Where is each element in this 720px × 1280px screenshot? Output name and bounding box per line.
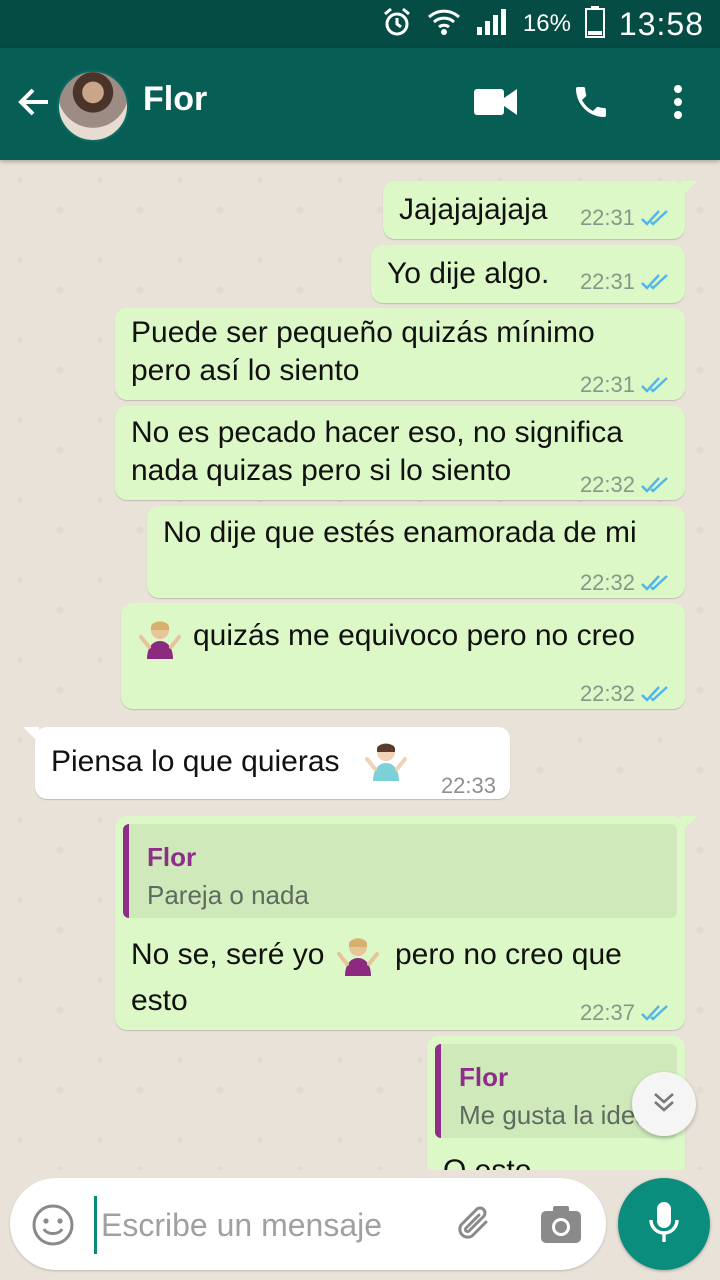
- quote-author: Flor: [459, 1062, 509, 1092]
- message-text: esto: [131, 984, 188, 1017]
- quote-accent-bar: [123, 824, 129, 918]
- double-chevron-down-icon: [650, 1088, 678, 1121]
- message-bubble-outgoing[interactable]: Puede ser pequeño quizás mínimo pero así…: [115, 308, 685, 400]
- shrug-emoji: [337, 934, 379, 976]
- battery-icon: [584, 5, 605, 43]
- attach-icon[interactable]: [452, 1200, 500, 1248]
- message-text: No dije que estés enamorada de mi: [163, 516, 637, 549]
- wifi-icon: [427, 7, 461, 42]
- message-time: 22:33: [440, 773, 496, 798]
- video-call-icon: [474, 87, 518, 122]
- message-bubble-outgoing[interactable]: quizás me equivoco pero no creo 22:32: [121, 603, 685, 709]
- status-bar: 16% 13:58: [0, 0, 720, 48]
- message-text: pero no creo que: [395, 938, 622, 971]
- read-receipt-icon: [641, 209, 671, 227]
- message-time: 22:31: [579, 372, 635, 397]
- shrug-emoji: [139, 617, 181, 659]
- message-bubble-outgoing[interactable]: Yo dije algo. 22:31: [371, 245, 685, 303]
- message-bubble-incoming[interactable]: Piensa lo que quieras 22:33: [23, 727, 510, 799]
- message-text-line: No es pecado hacer eso, no significa: [131, 416, 623, 449]
- message-text-line: Puede ser pequeño quizás mínimo: [131, 316, 595, 349]
- quote-text: Me gusta la idea: [459, 1100, 650, 1130]
- bubble-tail: [681, 816, 697, 832]
- chat-header: Flor: [0, 48, 720, 160]
- message-bubble-outgoing[interactable]: No es pecado hacer eso, no significa nad…: [115, 406, 685, 500]
- read-receipt-icon: [641, 273, 671, 291]
- quote-text: Pareja o nada: [147, 880, 309, 910]
- message-text-line: nada quizas pero si lo siento: [131, 454, 512, 487]
- compose-bar: [10, 1178, 606, 1270]
- message-text: quizás me equivoco pero no creo: [193, 619, 635, 652]
- avatar[interactable]: [57, 70, 129, 142]
- message-text: O esto: [443, 1152, 531, 1170]
- shrug-emoji: [365, 739, 407, 781]
- message-text: Piensa lo que quieras: [51, 745, 340, 778]
- quoted-message[interactable]: Flor Pareja o nada: [123, 824, 677, 918]
- message-text: Jajajajajaja: [399, 193, 548, 226]
- bubble-tail: [23, 727, 39, 743]
- message-text: Yo dije algo.: [387, 257, 550, 290]
- voice-call-button[interactable]: [563, 76, 619, 132]
- message-time: 22:37: [580, 1160, 635, 1170]
- more-options-button[interactable]: [650, 76, 706, 132]
- alarm-icon: [381, 6, 413, 43]
- back-arrow-icon: [16, 84, 52, 125]
- phone-icon: [571, 82, 611, 127]
- battery-percent: 16%: [522, 10, 571, 37]
- message-bubble-outgoing[interactable]: Jajajajajaja 22:31: [383, 181, 697, 239]
- camera-icon[interactable]: [538, 1202, 584, 1248]
- video-call-button[interactable]: [468, 76, 524, 132]
- scroll-to-bottom-button[interactable]: [632, 1072, 696, 1136]
- back-button[interactable]: [10, 78, 58, 130]
- emoji-icon[interactable]: [30, 1202, 76, 1248]
- message-text-line: pero así lo siento: [131, 354, 360, 387]
- contact-name[interactable]: Flor: [143, 80, 207, 119]
- message-text: No se, seré yo: [131, 938, 325, 971]
- read-receipt-icon: [641, 1004, 671, 1022]
- message-time: 22:31: [579, 205, 635, 230]
- message-list[interactable]: Jajajajajaja 22:31 Yo dije algo. 22:31 P…: [0, 160, 720, 1170]
- read-receipt-icon: [641, 476, 671, 494]
- message-input[interactable]: [94, 1196, 433, 1254]
- message-time: 22:37: [579, 1000, 635, 1025]
- read-receipt-icon: [641, 574, 671, 592]
- read-receipt-icon: [641, 685, 671, 703]
- message-bubble-outgoing[interactable]: No dije que estés enamorada de mi 22:32: [147, 506, 685, 598]
- clock: 13:58: [618, 5, 704, 42]
- message-bubble-outgoing[interactable]: Flor Pareja o nada No se, seré yo pero n…: [115, 816, 697, 1030]
- read-receipt-icon: [641, 376, 671, 394]
- quote-accent-bar: [435, 1044, 441, 1138]
- message-time: 22:31: [579, 269, 635, 294]
- voice-message-button[interactable]: [618, 1178, 710, 1270]
- message-time: 22:32: [579, 681, 635, 706]
- microphone-icon: [647, 1200, 681, 1249]
- bubble-tail: [681, 181, 697, 197]
- message-time: 22:32: [579, 472, 635, 497]
- quote-author: Flor: [147, 842, 197, 872]
- signal-icon: [475, 7, 509, 42]
- more-vert-icon: [672, 84, 684, 125]
- message-time: 22:32: [579, 570, 635, 595]
